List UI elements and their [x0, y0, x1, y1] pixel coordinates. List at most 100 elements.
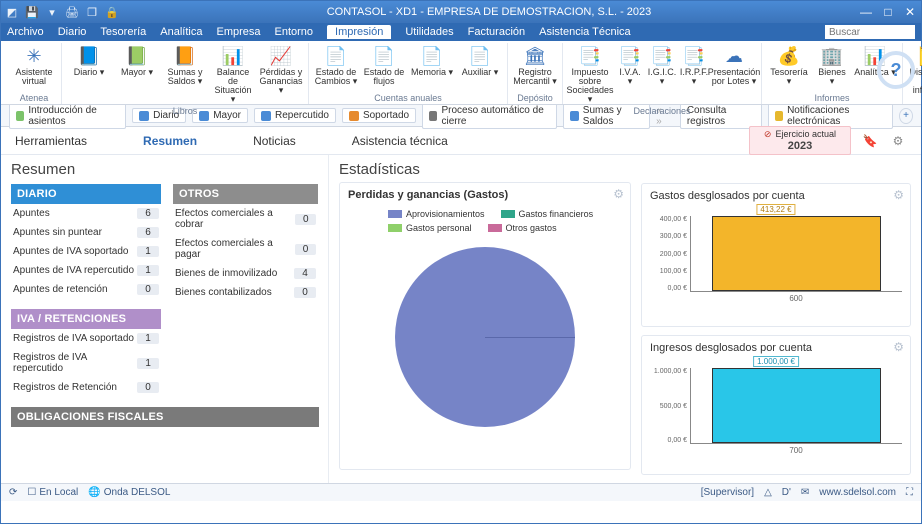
ribbon-btn-sociedades[interactable]: 📑Impuesto sobre Sociedades ▾: [567, 43, 613, 106]
menu-analitica[interactable]: Analítica: [160, 26, 202, 38]
status-expand-icon[interactable]: ⛶: [906, 487, 913, 498]
row-apuntes[interactable]: Apuntes6: [11, 204, 161, 223]
row-bienes-cont[interactable]: Bienes contabilizados0: [173, 283, 318, 302]
ribbon-group-libros: 📘Diario ▾ 📗Mayor ▾ 📙Sumas y Saldos ▾ 📊Ba…: [62, 43, 309, 104]
settings-button[interactable]: ⚙: [889, 132, 907, 150]
row-efectos-cobrar[interactable]: Efectos comerciales a cobrar0: [173, 204, 318, 234]
bookmark-button[interactable]: 🔖: [861, 132, 879, 150]
card-obligaciones: OBLIGACIONES FISCALES: [11, 407, 318, 427]
qat-save-icon[interactable]: 💾: [25, 5, 39, 19]
gear-icon[interactable]: ⚙: [893, 188, 904, 202]
help-button[interactable]: ?: [877, 51, 915, 89]
ribbon-btn-sumas[interactable]: 📙Sumas y Saldos ▾: [162, 43, 208, 106]
row-iva-repercutido[interactable]: Apuntes de IVA repercutido1: [11, 261, 161, 280]
menubar: Archivo Diario Tesorería Analítica Empre…: [1, 23, 921, 41]
subbtn-mayor[interactable]: Mayor: [192, 108, 248, 123]
titlebar: ◩ 💾 ▾ 🖨 ❐ 🔒 CONTASOL - XD1 - EMPRESA DE …: [1, 1, 921, 23]
qat-logo-icon[interactable]: ◩: [5, 5, 19, 19]
ribbon-btn-perdidas[interactable]: 📈Pérdidas y Ganancias ▾: [258, 43, 304, 106]
menu-asistencia[interactable]: Asistencia Técnica: [539, 26, 631, 38]
ribbon-btn-auxiliar[interactable]: 📄Auxiliar ▾: [457, 43, 503, 88]
menu-impresion[interactable]: Impresión: [327, 25, 391, 39]
ribbon-btn-registro[interactable]: 🏛Registro Mercantil ▾: [512, 43, 558, 88]
subbtn-asientos[interactable]: Introducción de asientos: [9, 103, 126, 129]
book-icon: 📘: [76, 45, 102, 67]
pl-icon: 📈: [268, 45, 294, 67]
ribbon-btn-irpf[interactable]: 📑I.R.P.F. ▾: [679, 43, 709, 106]
status-user: [Supervisor]: [701, 487, 754, 498]
ribbon-btn-bienes[interactable]: 🏢Bienes ▾: [814, 43, 850, 88]
bar-chart-ingresos: 1.000,00 € 500,00 € 0,00 €: [650, 368, 902, 444]
alert-icon: ⊘: [764, 129, 772, 139]
batch-icon: ☁: [721, 45, 747, 67]
ribbon-btn-ecambios[interactable]: 📄Estado de Cambios ▾: [313, 43, 359, 88]
tab-asistencia[interactable]: Asistencia técnica: [352, 134, 448, 148]
row-reg-retencion[interactable]: Registros de Retención0: [11, 378, 161, 397]
gear-icon[interactable]: ⚙: [893, 340, 904, 354]
qat-copy-icon[interactable]: ❐: [85, 5, 99, 19]
row-reg-repercutido[interactable]: Registros de IVA repercutido1: [11, 348, 161, 378]
close-button[interactable]: ✕: [903, 5, 917, 19]
ribbon-btn-eflujos[interactable]: 📄Estado de flujos: [361, 43, 407, 88]
menu-empresa[interactable]: Empresa: [216, 26, 260, 38]
status-url[interactable]: www.sdelsol.com: [819, 487, 896, 498]
status-onda[interactable]: 🌐 Onda DELSOL: [88, 487, 170, 498]
book-icon: [139, 111, 149, 121]
row-iva-soportado[interactable]: Apuntes de IVA soportado1: [11, 242, 161, 261]
status-local: ☐ En Local: [27, 487, 78, 498]
minimize-button[interactable]: —: [859, 5, 873, 19]
menu-entorno[interactable]: Entorno: [275, 26, 314, 38]
subbtn-consulta[interactable]: Consulta registros: [680, 103, 762, 129]
legend-swatch: [501, 210, 515, 218]
menu-utilidades[interactable]: Utilidades: [405, 26, 453, 38]
ribbon-btn-balance[interactable]: 📊Balance de Situación ▾: [210, 43, 256, 106]
ribbon-btn-tesoreria[interactable]: 💰Tesorería ▾: [766, 43, 812, 88]
menu-facturacion[interactable]: Facturación: [468, 26, 525, 38]
maximize-button[interactable]: □: [881, 5, 895, 19]
subbar-add-button[interactable]: +: [899, 108, 913, 124]
ribbon-btn-lotes[interactable]: ☁Presentación por Lotes ▾: [711, 43, 757, 106]
status-cloud-icon[interactable]: △: [764, 487, 772, 498]
tab-herramientas[interactable]: Herramientas: [15, 134, 87, 148]
panel-gastos: ⚙ Gastos desglosados por cuenta 413,22 €…: [641, 183, 911, 327]
row-retencion[interactable]: Apuntes de retención0: [11, 280, 161, 299]
qat-print-icon[interactable]: 🖨: [65, 5, 79, 19]
ribbon-btn-iva[interactable]: 📑I.V.A. ▾: [615, 43, 645, 106]
menu-tesoreria[interactable]: Tesorería: [100, 26, 146, 38]
memo-icon: 📄: [419, 45, 445, 67]
status-mail-icon[interactable]: ✉: [801, 487, 809, 498]
row-reg-soportado[interactable]: Registros de IVA soportado1: [11, 329, 161, 348]
ribbon-btn-diario[interactable]: 📘Diario ▾: [66, 43, 112, 106]
pie-chart: [395, 247, 575, 427]
status-refresh-icon[interactable]: ⟳: [9, 487, 17, 498]
menu-diario[interactable]: Diario: [58, 26, 87, 38]
ribbon-btn-asistente[interactable]: ✳Asistente virtual: [11, 43, 57, 88]
ledger-icon: [199, 111, 209, 121]
ribbon-group-declaraciones: 📑Impuesto sobre Sociedades ▾ 📑I.V.A. ▾ 📑…: [563, 43, 762, 104]
ribbon-btn-memoria[interactable]: 📄Memoria ▾: [409, 43, 455, 88]
ribbon-btn-mayor[interactable]: 📗Mayor ▾: [114, 43, 160, 106]
subbtn-repercutido[interactable]: Repercutido: [254, 108, 336, 123]
qat-lock-icon[interactable]: 🔒: [105, 5, 119, 19]
ejercicio-badge: ⊘Ejercicio actual 2023: [749, 126, 851, 155]
subbtn-cierre[interactable]: Proceso automático de cierre: [422, 103, 557, 129]
subbtn-notificaciones[interactable]: Notificaciones electrónicas: [768, 103, 894, 129]
ribbon-btn-igic[interactable]: 📑I.G.I.C. ▾: [647, 43, 677, 106]
menu-archivo[interactable]: Archivo: [7, 26, 44, 38]
tab-noticias[interactable]: Noticias: [253, 134, 296, 148]
treasury-icon: 💰: [776, 45, 802, 67]
search-input[interactable]: [825, 25, 915, 39]
row-efectos-pagar[interactable]: Efectos comerciales a pagar0: [173, 234, 318, 264]
in-icon: [349, 111, 359, 121]
qat-dropdown-icon[interactable]: ▾: [45, 5, 59, 19]
process-icon: [429, 111, 437, 121]
flow-icon: 📄: [371, 45, 397, 67]
gear-icon[interactable]: ⚙: [613, 187, 624, 201]
row-bienes-inmov[interactable]: Bienes de inmovilizado4: [173, 264, 318, 283]
subbtn-soportado[interactable]: Soportado: [342, 108, 416, 123]
status-d-icon[interactable]: D': [782, 487, 791, 498]
quick-access-toolbar: ◩ 💾 ▾ 🖨 ❐ 🔒: [5, 5, 119, 19]
row-sin-puntear[interactable]: Apuntes sin puntear6: [11, 223, 161, 242]
sub-toolbar: Introducción de asientos Diario Mayor Re…: [1, 105, 921, 127]
tab-resumen[interactable]: Resumen: [143, 134, 197, 148]
